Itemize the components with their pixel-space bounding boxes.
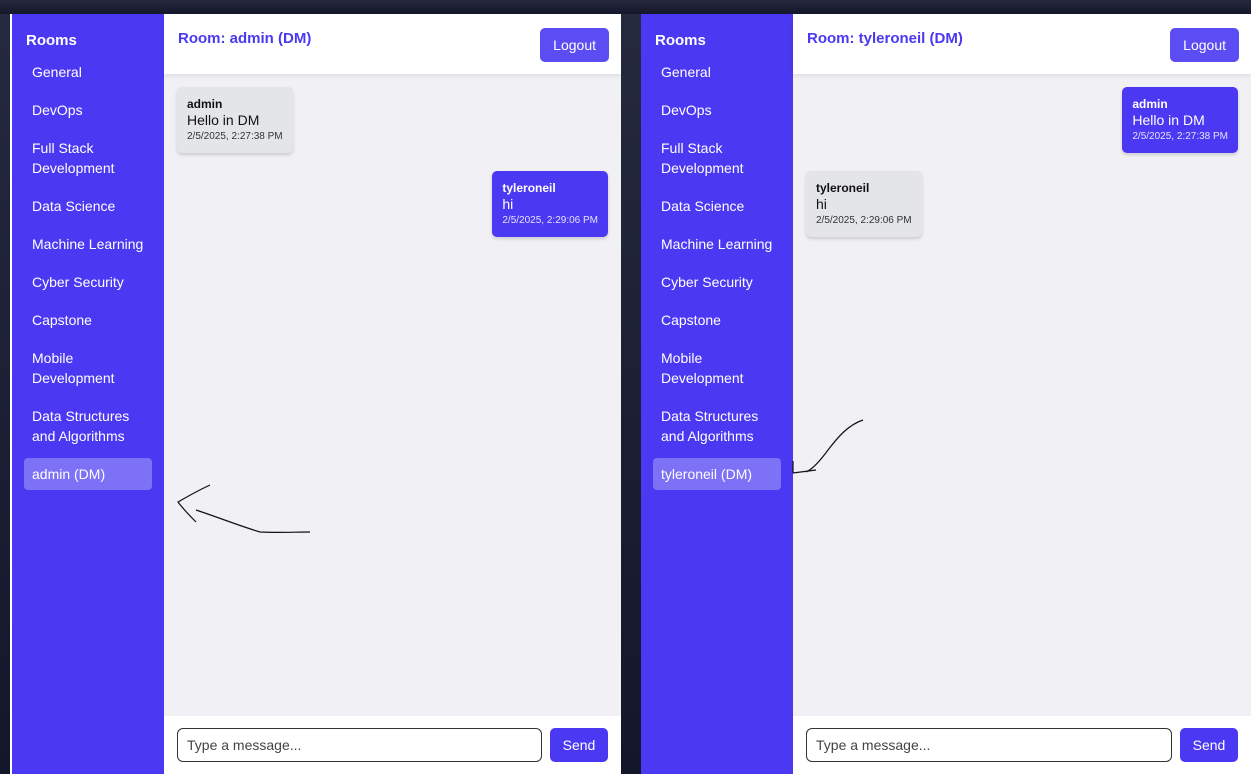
window-bezel-top: [0, 0, 1251, 14]
sidebar-title: Rooms: [26, 32, 77, 49]
room-item-capstone[interactable]: Capstone: [24, 304, 152, 336]
room-item-general[interactable]: General: [24, 56, 152, 88]
message-list: admin Hello in DM 2/5/2025, 2:27:38 PM t…: [793, 74, 1251, 716]
room-item-full-stack-development[interactable]: Full Stack Development: [24, 132, 152, 184]
room-sidebar: Rooms General DevOps Full Stack Developm…: [641, 14, 793, 774]
message-text: hi: [502, 196, 514, 212]
message-bubble: tyleroneil hi 2/5/2025, 2:29:06 PM: [806, 171, 922, 237]
room-item-data-structures[interactable]: Data Structures and Algorithms: [24, 400, 152, 452]
room-item-data-science[interactable]: Data Science: [653, 190, 781, 222]
message-sender: admin: [187, 97, 223, 111]
window-bezel-left: [0, 0, 10, 774]
message-bubble: tyleroneil hi 2/5/2025, 2:29:06 PM: [492, 171, 608, 237]
chat-header: Room: admin (DM) Logout: [164, 14, 621, 74]
room-item-capstone[interactable]: Capstone: [653, 304, 781, 336]
send-button[interactable]: Send: [550, 728, 608, 762]
room-item-machine-learning[interactable]: Machine Learning: [653, 228, 781, 260]
chat-window-left: Rooms General DevOps Full Stack Developm…: [12, 14, 621, 774]
room-item-admin-dm[interactable]: admin (DM): [24, 458, 152, 490]
room-item-general[interactable]: General: [653, 56, 781, 88]
message-text: Hello in DM: [1132, 112, 1205, 128]
room-item-mobile-development[interactable]: Mobile Development: [653, 342, 781, 394]
room-sidebar: Rooms General DevOps Full Stack Developm…: [12, 14, 164, 774]
message-input[interactable]: [806, 728, 1172, 762]
room-item-cyber-security[interactable]: Cyber Security: [24, 266, 152, 298]
message-sender: tyleroneil: [816, 181, 870, 195]
message-sender: admin: [1132, 97, 1168, 111]
room-item-tyleroneil-dm[interactable]: tyleroneil (DM): [653, 458, 781, 490]
screen: Rooms General DevOps Full Stack Developm…: [0, 0, 1251, 774]
window-divider: [621, 0, 641, 774]
message-text: Hello in DM: [187, 112, 260, 128]
sidebar-title: Rooms: [655, 32, 706, 49]
message-list: admin Hello in DM 2/5/2025, 2:27:38 PM t…: [164, 74, 621, 716]
logout-button[interactable]: Logout: [540, 28, 609, 62]
chat-header: Room: tyleroneil (DM) Logout: [793, 14, 1251, 74]
logout-button[interactable]: Logout: [1170, 28, 1239, 62]
room-item-full-stack-development[interactable]: Full Stack Development: [653, 132, 781, 184]
message-timestamp: 2/5/2025, 2:27:38 PM: [187, 131, 283, 142]
message-timestamp: 2/5/2025, 2:27:38 PM: [1132, 131, 1228, 142]
chat-main: Room: admin (DM) Logout admin Hello in D…: [164, 14, 621, 774]
send-button[interactable]: Send: [1180, 728, 1238, 762]
room-item-data-structures[interactable]: Data Structures and Algorithms: [653, 400, 781, 452]
chat-main: Room: tyleroneil (DM) Logout admin Hello…: [793, 14, 1251, 774]
message-sender: tyleroneil: [502, 181, 556, 195]
room-item-devops[interactable]: DevOps: [653, 94, 781, 126]
message-bubble: admin Hello in DM 2/5/2025, 2:27:38 PM: [1122, 87, 1238, 153]
room-item-cyber-security[interactable]: Cyber Security: [653, 266, 781, 298]
message-input[interactable]: [177, 728, 542, 762]
message-bubble: admin Hello in DM 2/5/2025, 2:27:38 PM: [177, 87, 293, 153]
room-item-machine-learning[interactable]: Machine Learning: [24, 228, 152, 260]
message-timestamp: 2/5/2025, 2:29:06 PM: [816, 215, 912, 226]
chat-window-right: Rooms General DevOps Full Stack Developm…: [641, 14, 1251, 774]
room-title: Room: tyleroneil (DM): [807, 30, 963, 47]
message-composer: Send: [164, 716, 621, 774]
room-title: Room: admin (DM): [178, 30, 312, 47]
message-composer: Send: [793, 716, 1251, 774]
message-text: hi: [816, 196, 827, 212]
message-timestamp: 2/5/2025, 2:29:06 PM: [502, 215, 598, 226]
room-item-devops[interactable]: DevOps: [24, 94, 152, 126]
room-item-data-science[interactable]: Data Science: [24, 190, 152, 222]
room-item-mobile-development[interactable]: Mobile Development: [24, 342, 152, 394]
